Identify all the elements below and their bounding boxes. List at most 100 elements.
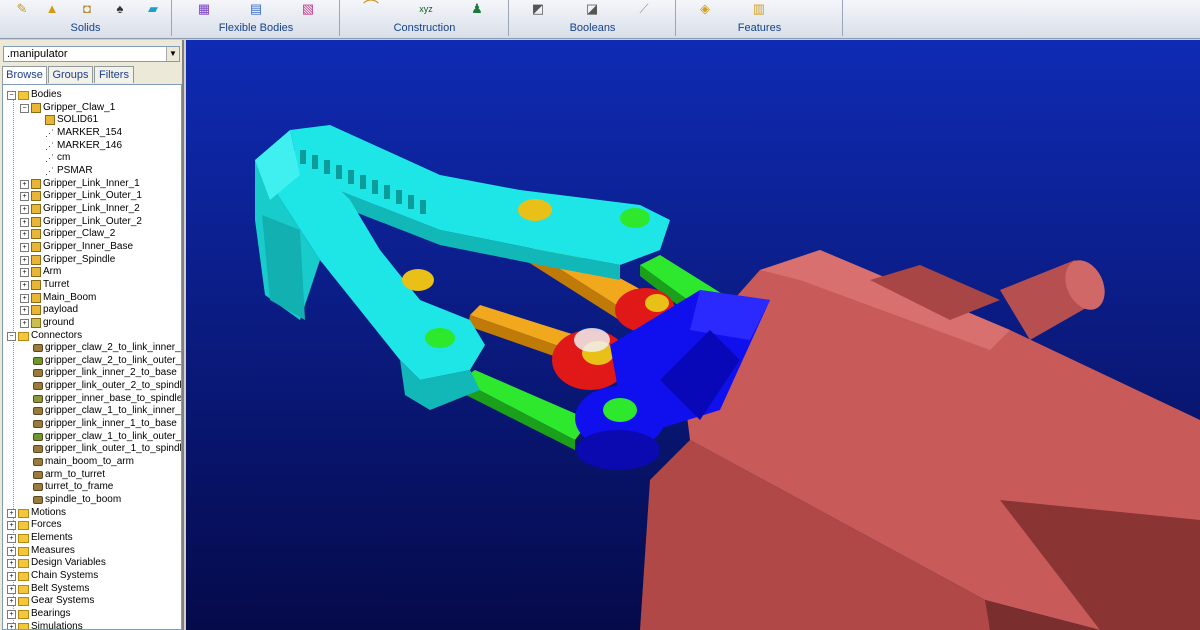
tree-item-body[interactable]: + payload xyxy=(20,304,78,316)
tree-item-bearings[interactable]: + Bearings xyxy=(7,608,70,620)
expand-icon[interactable]: + xyxy=(20,305,29,315)
tree-item-measures[interactable]: + Measures xyxy=(7,545,75,557)
tree-item-marker-146[interactable]: ⋰ MARKER_146 xyxy=(45,140,122,152)
expand-icon[interactable]: + xyxy=(20,204,29,214)
tree-item-body[interactable]: + Gripper_Link_Outer_2 xyxy=(20,216,142,228)
joint-icon xyxy=(33,344,43,352)
collapse-icon[interactable]: − xyxy=(7,90,16,100)
tree-item-label: Gripper_Link_Outer_1 xyxy=(43,190,142,201)
expand-icon[interactable]: + xyxy=(7,546,16,556)
cone-solid-icon[interactable]: ▲ xyxy=(44,1,60,17)
tree-item-connector[interactable]: turret_to_frame xyxy=(33,481,113,493)
folder-icon xyxy=(18,571,29,581)
tree-item-gripper-claw-1[interactable]: − Gripper_Claw_1 xyxy=(20,102,115,114)
tree-item-cm[interactable]: ⋰ cm xyxy=(45,152,70,164)
tree-item-body[interactable]: + Turret xyxy=(20,279,69,291)
expand-icon[interactable]: + xyxy=(20,280,29,290)
tree-item-forces[interactable]: + Forces xyxy=(7,519,62,531)
tree-item-connector[interactable]: gripper_claw_1_to_link_inner_1 xyxy=(33,405,181,417)
tree-item-psmar[interactable]: ⋰ PSMAR xyxy=(45,165,93,177)
expand-icon[interactable]: + xyxy=(7,520,16,530)
tree-item-body[interactable]: + Gripper_Claw_2 xyxy=(20,228,115,240)
expand-icon[interactable]: + xyxy=(20,255,29,265)
expand-icon[interactable]: + xyxy=(7,571,16,581)
pencil-icon[interactable]: ✎ xyxy=(14,1,30,17)
expand-icon[interactable]: + xyxy=(20,217,29,227)
chamfer-icon[interactable]: ◈ xyxy=(697,1,713,17)
tree-item-connector[interactable]: gripper_inner_base_to_spindle xyxy=(33,393,181,405)
tree-item-body[interactable]: + Gripper_Link_Inner_2 xyxy=(20,203,140,215)
boolean-split-icon[interactable]: ⟋ xyxy=(636,1,652,17)
expand-icon[interactable]: + xyxy=(20,179,29,189)
folder-icon xyxy=(18,533,29,543)
tree-item-label: Gripper_Link_Inner_1 xyxy=(43,178,140,189)
collapse-icon[interactable]: − xyxy=(20,103,29,113)
point-icon[interactable]: ♟ xyxy=(469,1,485,17)
tree-item-connector[interactable]: gripper_link_inner_2_to_base xyxy=(33,367,177,379)
expand-icon[interactable]: + xyxy=(20,267,29,277)
tree-item-solid[interactable]: SOLID61 xyxy=(45,114,98,126)
tree-item-gear-systems[interactable]: + Gear Systems xyxy=(7,595,94,607)
tree-item-connector[interactable]: gripper_claw_2_to_link_inner_2 xyxy=(33,342,181,354)
expand-icon[interactable]: + xyxy=(7,609,16,619)
part-icon xyxy=(31,267,41,277)
tree-item-body[interactable]: + Main_Boom xyxy=(20,292,96,304)
tree-item-chain-systems[interactable]: + Chain Systems xyxy=(7,570,98,582)
tree-item-connector[interactable]: gripper_link_inner_1_to_base xyxy=(33,418,177,430)
tree-item-connector[interactable]: arm_to_turret xyxy=(33,469,105,481)
extrusion-icon[interactable]: ◘ xyxy=(79,1,95,17)
arc-icon[interactable]: ⌒ xyxy=(363,1,379,17)
tree-item-design-variables[interactable]: + Design Variables xyxy=(7,557,106,569)
expand-icon[interactable]: + xyxy=(7,622,16,629)
folder-icon xyxy=(18,331,29,341)
tree-item-connector[interactable]: gripper_link_outer_1_to_spindle xyxy=(33,443,181,455)
expand-icon[interactable]: + xyxy=(7,596,16,606)
marker-xyz-icon[interactable]: xyz xyxy=(416,1,436,17)
3d-viewport[interactable] xyxy=(186,40,1200,630)
tree-item-connector[interactable]: main_boom_to_arm xyxy=(33,456,134,468)
tree-item-connector[interactable]: gripper_claw_1_to_link_outer_1 xyxy=(33,431,181,443)
expand-icon[interactable]: + xyxy=(20,242,29,252)
tab-groups[interactable]: Groups xyxy=(48,66,93,83)
boolean-subtract-icon[interactable]: ◪ xyxy=(584,1,600,17)
tree-item-connectors[interactable]: − Connectors xyxy=(7,330,82,342)
expand-icon[interactable]: + xyxy=(20,318,29,328)
flex-swap-icon[interactable]: ▧ xyxy=(300,1,316,17)
tree-item-body[interactable]: + ground xyxy=(20,317,74,329)
tree-item-body[interactable]: + Gripper_Link_Outer_1 xyxy=(20,190,142,202)
expand-icon[interactable]: + xyxy=(7,508,16,518)
tree-item-body[interactable]: + Arm xyxy=(20,266,61,278)
tree-item-body[interactable]: + Gripper_Link_Inner_1 xyxy=(20,178,140,190)
tree-item-label: gripper_link_inner_1_to_base xyxy=(45,418,177,429)
tree-item-motions[interactable]: + Motions xyxy=(7,507,66,519)
tree-item-connector[interactable]: gripper_link_outer_2_to_spindle xyxy=(33,380,181,392)
tree-item-body[interactable]: + Gripper_Inner_Base xyxy=(20,241,133,253)
chevron-down-icon[interactable]: ▼ xyxy=(166,47,179,61)
expand-icon[interactable]: + xyxy=(20,191,29,201)
expand-icon[interactable]: + xyxy=(20,293,29,303)
expand-icon[interactable]: + xyxy=(7,533,16,543)
model-selector[interactable]: .manipulator ▼ xyxy=(3,46,180,62)
folder-icon xyxy=(18,546,29,556)
joint-icon xyxy=(33,407,43,415)
revolution-icon[interactable]: ♠ xyxy=(112,1,128,17)
expand-icon[interactable]: + xyxy=(7,584,16,594)
flex-import-icon[interactable]: ▤ xyxy=(248,1,264,17)
hollow-icon[interactable]: ▥ xyxy=(751,1,767,17)
tab-browse[interactable]: Browse xyxy=(2,66,47,84)
collapse-icon[interactable]: − xyxy=(7,331,16,341)
tree-item-marker-154[interactable]: ⋰ MARKER_154 xyxy=(45,127,122,139)
expand-icon[interactable]: + xyxy=(20,229,29,239)
flex-body-icon[interactable]: ▦ xyxy=(196,1,212,17)
tree-item-belt-systems[interactable]: + Belt Systems xyxy=(7,583,89,595)
tree-item-elements[interactable]: + Elements xyxy=(7,532,73,544)
expand-icon[interactable]: + xyxy=(7,558,16,568)
tab-filters[interactable]: Filters xyxy=(94,66,134,83)
tree-item-connector[interactable]: spindle_to_boom xyxy=(33,494,121,506)
tree-item-simulations[interactable]: + Simulations xyxy=(7,621,83,629)
tree-item-connector[interactable]: gripper_claw_2_to_link_outer_2 xyxy=(33,355,181,367)
boolean-union-icon[interactable]: ◩ xyxy=(530,1,546,17)
tree-item-body[interactable]: + Gripper_Spindle xyxy=(20,254,115,266)
tree-item-bodies[interactable]: − Bodies xyxy=(7,89,62,101)
plate-icon[interactable]: ▰ xyxy=(145,1,161,17)
